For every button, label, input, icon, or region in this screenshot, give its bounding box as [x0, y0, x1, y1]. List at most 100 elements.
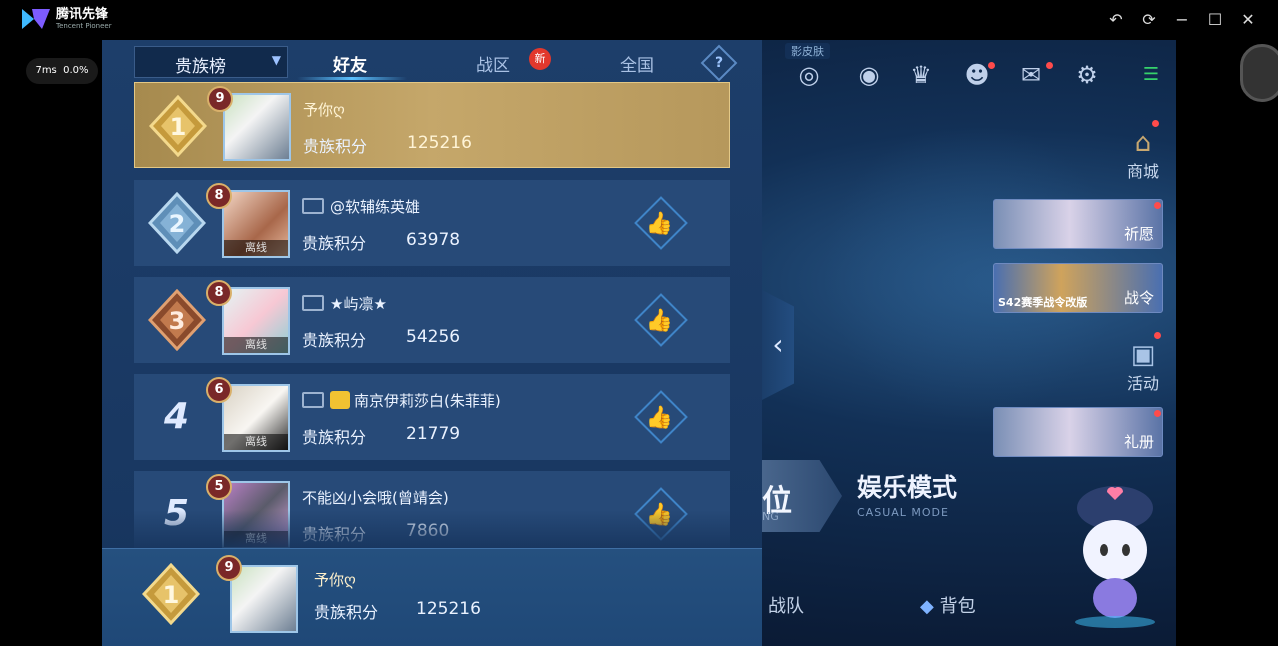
ranking-type-label: 贵族榜 [175, 57, 226, 77]
rank-number: 3 [169, 307, 186, 335]
like-button[interactable]: 👍 [634, 293, 688, 347]
activity-button[interactable]: ▣ 活动 [1118, 340, 1168, 394]
noble-level-badge: 5 [206, 474, 232, 500]
intimacy-icon [302, 392, 324, 408]
loss-value: 0.0% [63, 65, 89, 76]
gold-rank-icon: 1 [142, 563, 200, 625]
casual-mode-button[interactable]: 娱乐模式 [857, 468, 957, 504]
gift-label: 礼册 [1123, 433, 1154, 451]
list-fade [102, 510, 762, 550]
like-button[interactable]: 👍 [634, 196, 688, 250]
notification-dot [988, 62, 995, 69]
team-label: 战队 [768, 596, 804, 617]
new-badge: 新 [529, 48, 551, 70]
wifi-icon: ☰ [1142, 64, 1160, 85]
wish-banner[interactable]: 祈愿 [993, 199, 1163, 249]
battle-pass-banner-text: S42赛季战令改版 [998, 296, 1088, 309]
rank-number: 1 [163, 581, 180, 609]
tab-national[interactable]: 全国 [620, 51, 654, 76]
active-tab-underline [297, 77, 407, 80]
mascot-character[interactable] [1070, 480, 1160, 630]
like-button[interactable]: 👍 [634, 390, 688, 444]
shop-button[interactable]: ⌂ 商城 [1118, 128, 1168, 182]
bag-icon: ◆ [920, 596, 934, 617]
maximize-icon[interactable]: ☐ [1205, 10, 1225, 30]
app-name: 腾讯先锋 [56, 7, 109, 22]
tab-friends[interactable]: 好友 [333, 51, 367, 76]
score-label: 贵族积分 [303, 137, 368, 156]
player-name: 予你ღ [303, 101, 345, 119]
ranked-mode-en: NG [762, 510, 779, 523]
ranking-row-3[interactable]: 3 离线 8 ★屿凛★ 贵族积分 54256 👍 [134, 277, 730, 363]
avatar[interactable]: 离线 [222, 287, 290, 355]
record-icon[interactable]: ◎ [792, 60, 826, 90]
svip-icon [330, 391, 350, 409]
avatar[interactable]: 离线 [222, 190, 290, 258]
help-icon[interactable]: ? [700, 44, 738, 82]
chevron-left-icon: ‹ [772, 328, 784, 361]
bag-button[interactable]: ◆ 背包 [920, 592, 976, 618]
eye-icon[interactable]: ◉ [852, 60, 886, 90]
avatar[interactable] [230, 565, 298, 633]
minimize-icon[interactable]: − [1172, 10, 1192, 30]
player-name-row: ★屿凛★ [302, 293, 387, 314]
ranking-type-dropdown[interactable]: 贵族榜 ▼ [134, 46, 288, 78]
intimacy-icon [302, 198, 324, 214]
trophy-icon[interactable]: ♛ [904, 60, 938, 90]
refresh-icon[interactable]: ⟳ [1139, 10, 1159, 30]
ranking-row-4[interactable]: 4 离线 6 南京伊莉莎白(朱菲菲) 贵族积分 21779 👍 [134, 374, 730, 460]
chevron-down-icon: ▼ [271, 53, 281, 67]
mail-icon[interactable]: ✉ [1014, 60, 1048, 90]
bag-label: 背包 [939, 596, 976, 617]
player-name: ★屿凛★ [330, 295, 387, 313]
settings-gear-icon[interactable]: ⚙ [1070, 60, 1104, 90]
activity-label: 活动 [1126, 374, 1159, 393]
noble-level-badge: 9 [207, 86, 233, 112]
silver-rank-icon: 2 [148, 192, 206, 254]
score-value: 63978 [406, 230, 461, 250]
notification-dot [1154, 332, 1161, 339]
rank-number: 2 [169, 210, 186, 238]
close-icon[interactable]: ✕ [1238, 10, 1258, 30]
floating-tool-icon[interactable] [1240, 44, 1278, 102]
noble-level-badge: 8 [206, 280, 232, 306]
notification-dot [1154, 410, 1161, 417]
app-logo-icon [22, 9, 50, 29]
offline-label: 离线 [224, 337, 288, 353]
offline-label: 离线 [224, 434, 288, 450]
score-value: 125216 [416, 599, 481, 619]
shop-icon: ⌂ [1134, 128, 1152, 158]
battle-pass-label: 战令 [1123, 289, 1154, 307]
avatar[interactable]: 离线 [222, 384, 290, 452]
intimacy-icon [302, 295, 324, 311]
score-value: 54256 [406, 327, 461, 347]
thumbs-up-icon: 👍 [645, 308, 674, 334]
my-ranking-row: 1 9 予你ღ 贵族积分 125216 [102, 548, 762, 646]
app-name-en: Tencent Pioneer [56, 22, 112, 30]
activity-icon: ▣ [1130, 340, 1156, 370]
player-name: @软辅练英雄 [330, 198, 421, 216]
ping-value: 7ms [35, 65, 57, 76]
ping-indicator: 7ms 0.0% [26, 58, 98, 84]
game-viewport: 影皮肤 ◎ ◉ ♛ ☻ ✉ ⚙ ☰ ⌂ 商城 祈愿 S42赛季战令改版 战令 ▣… [102, 40, 1176, 646]
collapse-panel-button[interactable]: ‹ [762, 290, 794, 400]
team-button[interactable]: 战队 [768, 592, 804, 618]
right-letterbox [1176, 40, 1278, 646]
ranking-row-2[interactable]: 2 离线 8 @软辅练英雄 贵族积分 63978 👍 [134, 180, 730, 266]
score-label: 贵族积分 [302, 428, 367, 447]
player-name: 南京伊莉莎白(朱菲菲) [354, 392, 501, 410]
gift-banner[interactable]: 礼册 [993, 407, 1163, 457]
shop-label: 商城 [1126, 162, 1159, 181]
battle-pass-banner[interactable]: S42赛季战令改版 战令 [993, 263, 1163, 313]
player-name-row: @软辅练英雄 [302, 196, 420, 217]
rank-number: 4 [164, 396, 190, 437]
avatar[interactable] [223, 93, 291, 161]
noble-level-badge: 6 [206, 377, 232, 403]
tab-region[interactable]: 战区 [476, 51, 510, 76]
notification-dot [1152, 120, 1159, 127]
noble-level-badge: 9 [216, 555, 242, 581]
undo-icon[interactable]: ↶ [1106, 10, 1126, 30]
ranking-row-1[interactable]: 1 9 予你ღ 贵族积分 125216 [134, 82, 730, 168]
thumbs-up-icon: 👍 [645, 405, 674, 431]
thumbs-up-icon: 👍 [645, 211, 674, 237]
